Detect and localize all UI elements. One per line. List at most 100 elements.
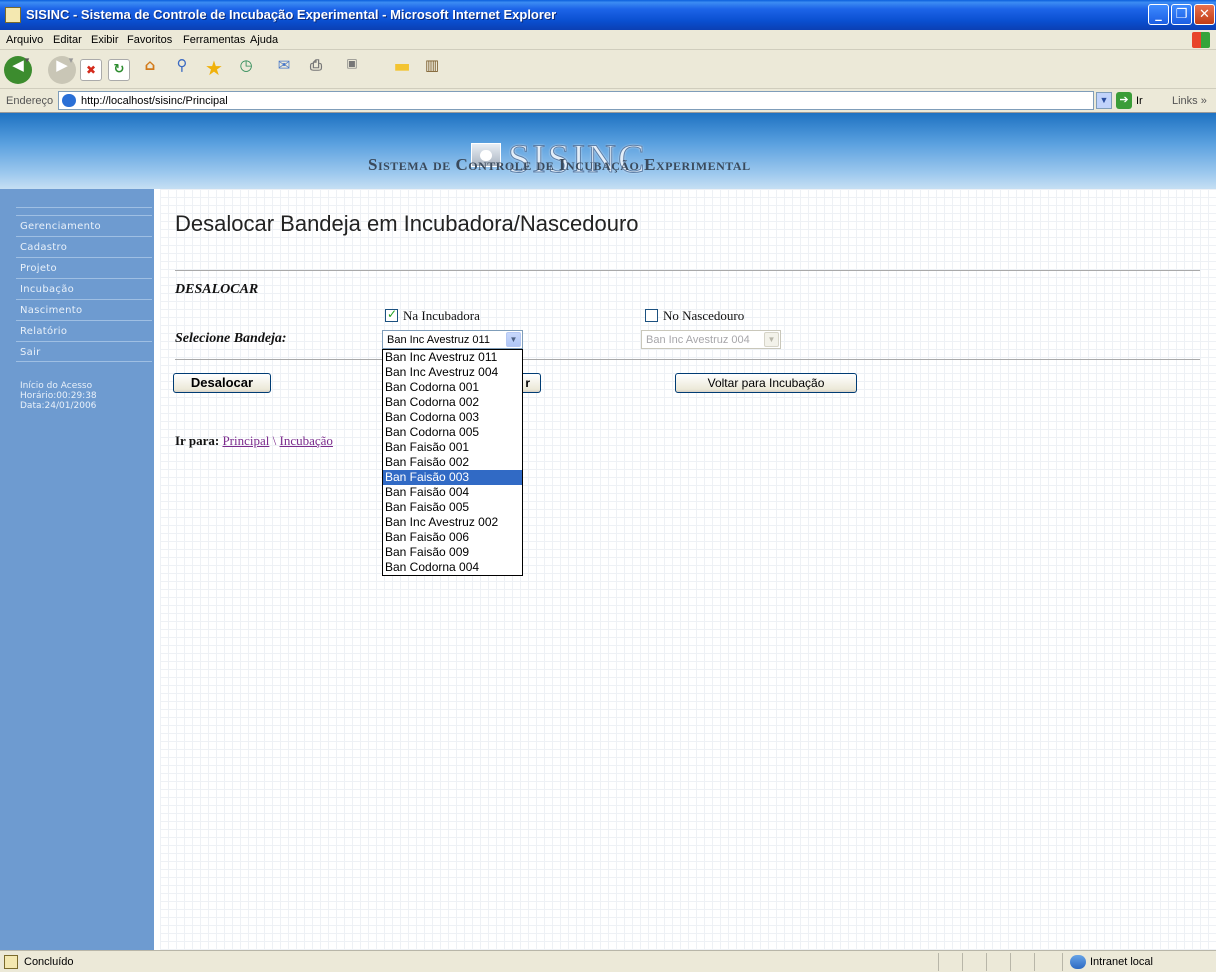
site-header: SISINC Sistema de Controle de Incubação …	[0, 113, 1216, 189]
search-icon[interactable]: ⚲	[168, 56, 196, 84]
menu-ajuda[interactable]: Ajuda	[250, 34, 278, 46]
folder-icon[interactable]: ▬	[388, 56, 416, 84]
select-dropdown-list[interactable]: Ban Inc Avestruz 011 Ban Inc Avestruz 00…	[382, 349, 523, 576]
select-nascedouro-value: Ban Inc Avestruz 004	[646, 334, 750, 346]
go-arrow-icon[interactable]: ➔	[1116, 92, 1132, 109]
ie-page-icon	[5, 7, 21, 23]
list-item[interactable]: Ban Faisão 005	[383, 500, 522, 515]
address-input[interactable]: http://localhost/sisinc/Principal	[58, 91, 1094, 110]
list-item[interactable]: Ban Codorna 001	[383, 380, 522, 395]
window-title: SISINC - Sistema de Controle de Incubaçã…	[26, 7, 557, 22]
access-info: Início do Acesso Horário:00:29:38 Data:2…	[20, 381, 97, 411]
address-url: http://localhost/sisinc/Principal	[81, 95, 228, 107]
chevron-down-icon[interactable]: ▼	[506, 332, 521, 347]
list-item[interactable]: Ban Inc Avestruz 004	[383, 365, 522, 380]
divider	[175, 270, 1200, 271]
favorites-icon[interactable]: ★	[200, 56, 228, 84]
checkbox-checked-icon[interactable]	[385, 307, 398, 322]
status-divider	[1034, 953, 1035, 971]
close-button[interactable]: ✕	[1194, 4, 1215, 25]
link-principal[interactable]: Principal	[222, 433, 269, 448]
status-divider	[938, 953, 939, 971]
list-item[interactable]: Ban Codorna 004	[383, 560, 522, 575]
history-icon[interactable]: ◷	[232, 56, 260, 84]
sidebar: Gerenciamento Cadastro Projeto Incubação…	[0, 189, 154, 950]
status-divider	[1010, 953, 1011, 971]
select-incubadora-value: Ban Inc Avestruz 011	[387, 334, 490, 346]
chevron-down-icon: ▼	[764, 332, 779, 347]
divider	[175, 359, 1200, 360]
minimize-button[interactable]: _	[1148, 4, 1169, 25]
menu-ferramentas[interactable]: Ferramentas	[183, 34, 245, 46]
sidebar-item-relatorio[interactable]: Relatório	[16, 320, 152, 341]
link-incubacao[interactable]: Incubação	[280, 433, 333, 448]
links-button[interactable]: Links »	[1172, 95, 1207, 107]
globe-icon	[1070, 955, 1086, 969]
list-item[interactable]: Ban Codorna 005	[383, 425, 522, 440]
sidebar-item-projeto[interactable]: Projeto	[16, 257, 152, 278]
home-icon[interactable]: ⌂	[136, 56, 164, 84]
checkbox-unchecked-icon[interactable]	[645, 309, 658, 322]
back-dropdown-icon[interactable]: ▾	[20, 56, 34, 84]
list-item[interactable]: Ban Faisão 006	[383, 530, 522, 545]
page-viewport: SISINC Sistema de Controle de Incubação …	[0, 112, 1216, 950]
goto-colon: :	[214, 433, 220, 448]
content-area	[160, 189, 1216, 950]
status-divider	[986, 953, 987, 971]
stop-icon[interactable]: ✖	[80, 59, 102, 81]
select-bandeja-nascedouro: Ban Inc Avestruz 004 ▼	[641, 330, 781, 349]
address-bar: Endereço http://localhost/sisinc/Princip…	[0, 90, 1216, 112]
section-title: DESALOCAR	[175, 282, 259, 297]
menu-arquivo[interactable]: Arquivo	[6, 34, 43, 46]
list-item[interactable]: Ban Faisão 002	[383, 455, 522, 470]
goto-separator: \	[272, 433, 277, 448]
edit-icon[interactable]: ▣	[338, 56, 366, 84]
sidebar-item-incubacao[interactable]: Incubação	[16, 278, 152, 299]
list-item[interactable]: Ban Codorna 003	[383, 410, 522, 425]
select-bandeja-incubadora[interactable]: Ban Inc Avestruz 011 ▼	[382, 330, 523, 349]
address-label: Endereço	[6, 95, 54, 107]
checkbox-nascedouro[interactable]: No Nascedouro	[645, 308, 744, 324]
sidebar-divider	[16, 207, 152, 208]
status-bar: Concluído Intranet local	[0, 950, 1216, 972]
access-time: Horário:00:29:38	[20, 391, 97, 401]
maximize-button[interactable]: ❐	[1171, 4, 1192, 25]
checkbox-incubadora[interactable]: Na Incubadora	[385, 307, 480, 324]
status-divider	[962, 953, 963, 971]
windows-logo-icon	[1192, 32, 1210, 48]
sidebar-item-gerenciamento[interactable]: Gerenciamento	[16, 215, 152, 236]
status-divider	[1062, 953, 1063, 971]
list-item[interactable]: Ban Faisão 001	[383, 440, 522, 455]
menu-exibir[interactable]: Exibir	[91, 34, 119, 46]
access-heading: Início do Acesso	[20, 381, 93, 391]
mail-icon[interactable]: ✉	[270, 56, 298, 84]
go-button[interactable]: Ir	[1136, 95, 1143, 107]
ie-page-icon	[62, 94, 76, 107]
forward-dropdown-icon[interactable]: ▾	[64, 56, 78, 84]
sidebar-item-nascimento[interactable]: Nascimento	[16, 299, 152, 320]
list-item[interactable]: Ban Inc Avestruz 002	[383, 515, 522, 530]
desalocar-button[interactable]: Desalocar	[173, 373, 271, 393]
address-dropdown-icon[interactable]: ▼	[1096, 92, 1112, 109]
voltar-incubacao-button[interactable]: Voltar para Incubação	[675, 373, 857, 393]
menu-favoritos[interactable]: Favoritos	[127, 34, 172, 46]
goto-label: Ir para	[175, 433, 215, 448]
access-date: Data:24/01/2006	[20, 401, 97, 411]
list-item-selected[interactable]: Ban Faisão 003	[383, 470, 522, 485]
list-item[interactable]: Ban Faisão 009	[383, 545, 522, 560]
checkbox-incubadora-label: Na Incubadora	[403, 308, 480, 323]
goto-breadcrumb: Ir para: Principal \ Incubação	[175, 433, 333, 449]
research-icon[interactable]: ▥	[418, 56, 446, 84]
page-title: Desalocar Bandeja em Incubadora/Nascedou…	[175, 211, 639, 236]
refresh-icon[interactable]: ↻	[108, 59, 130, 81]
print-icon[interactable]: ⎙	[302, 56, 330, 84]
window-titlebar: SISINC - Sistema de Controle de Incubaçã…	[0, 0, 1216, 30]
list-item[interactable]: Ban Inc Avestruz 011	[383, 350, 522, 365]
list-item[interactable]: Ban Faisão 004	[383, 485, 522, 500]
menu-editar[interactable]: Editar	[53, 34, 82, 46]
select-label: Selecione Bandeja:	[175, 331, 287, 346]
status-text: Concluído	[24, 956, 74, 968]
sidebar-item-cadastro[interactable]: Cadastro	[16, 236, 152, 257]
sidebar-item-sair[interactable]: Sair	[16, 341, 152, 362]
list-item[interactable]: Ban Codorna 002	[383, 395, 522, 410]
